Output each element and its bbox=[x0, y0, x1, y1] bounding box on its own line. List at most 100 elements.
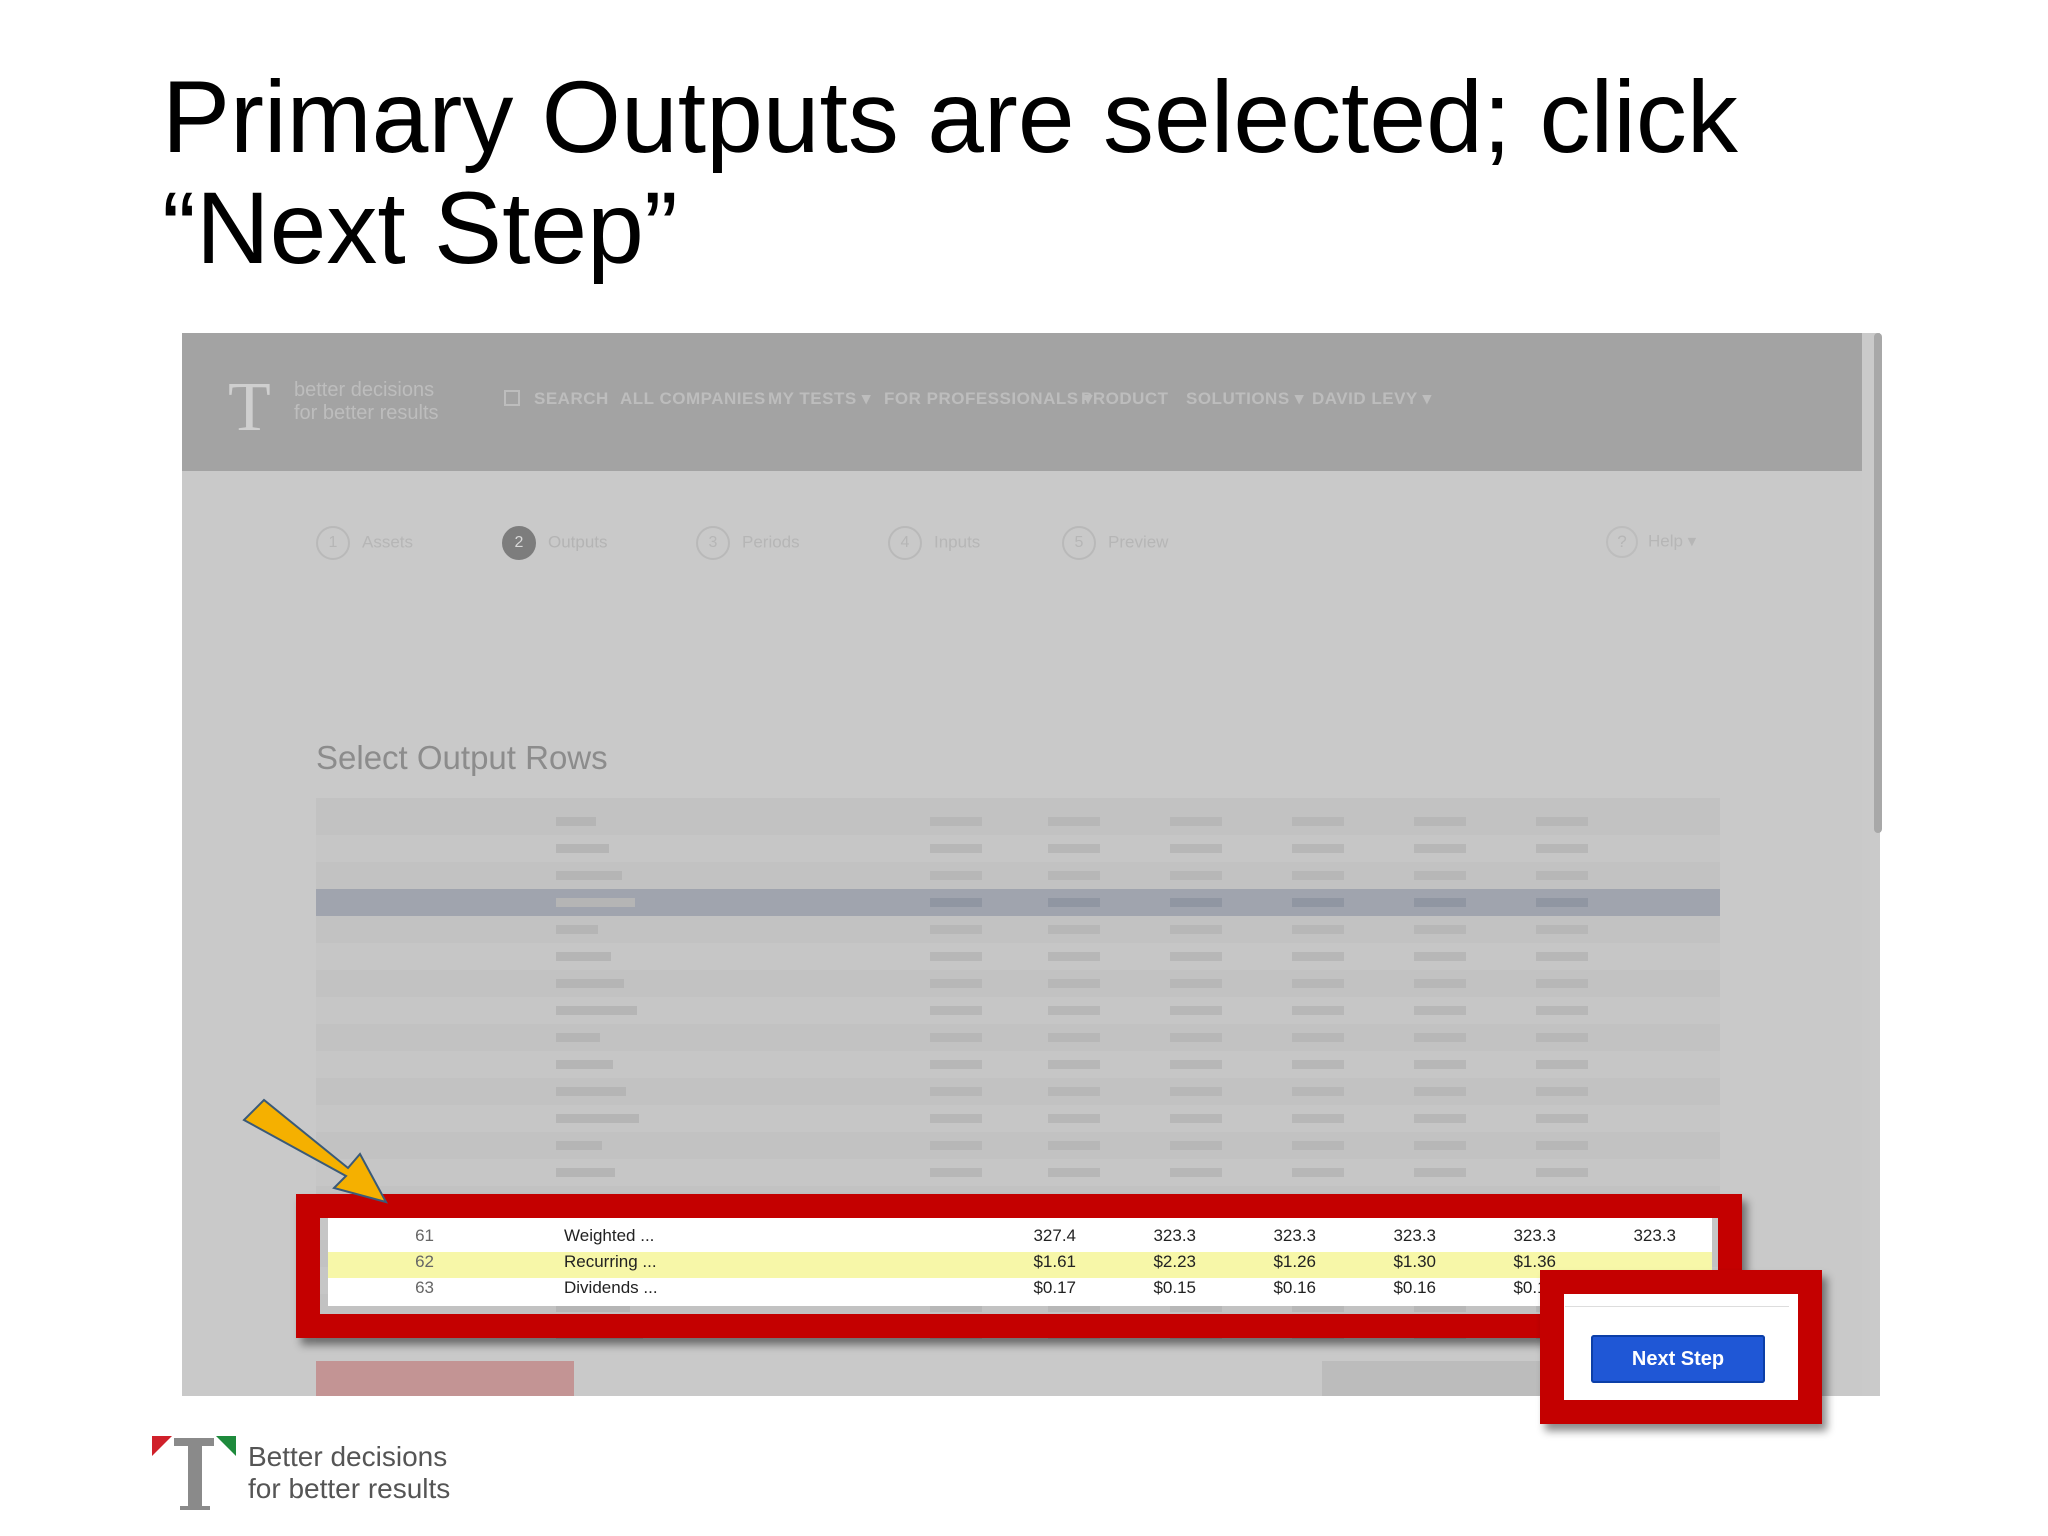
search-icon bbox=[504, 390, 520, 406]
table-row[interactable] bbox=[316, 862, 1720, 889]
cell-placeholder bbox=[1536, 898, 1588, 907]
cell-placeholder bbox=[1414, 1114, 1466, 1123]
label-placeholder bbox=[556, 844, 609, 853]
cell-placeholder bbox=[1414, 817, 1466, 826]
cell-placeholder bbox=[1048, 898, 1100, 907]
table-row[interactable] bbox=[316, 1078, 1720, 1105]
cell-placeholder bbox=[1048, 1006, 1100, 1015]
table-row[interactable] bbox=[316, 997, 1720, 1024]
title-line-1: Primary Outputs are selected; click bbox=[162, 60, 1738, 174]
nav-for-professionals[interactable]: FOR PROFESSIONALS ▾ bbox=[884, 389, 1093, 409]
cell-placeholder bbox=[1536, 979, 1588, 988]
table-row[interactable] bbox=[316, 889, 1720, 916]
nav-solutions[interactable]: SOLUTIONS ▾ bbox=[1186, 389, 1304, 409]
step-periods[interactable]: 3 Periods bbox=[696, 526, 800, 560]
cell-placeholder bbox=[1292, 1141, 1344, 1150]
table-row[interactable] bbox=[316, 970, 1720, 997]
rows-highlight-box bbox=[296, 1194, 1742, 1338]
cell-placeholder bbox=[1048, 1060, 1100, 1069]
cell-placeholder bbox=[1048, 952, 1100, 961]
cell-placeholder bbox=[1536, 1033, 1588, 1042]
cell-placeholder bbox=[1414, 1006, 1466, 1015]
cell-placeholder bbox=[1414, 1087, 1466, 1096]
footer-tagline: Better decisions for better results bbox=[248, 1441, 451, 1504]
label-placeholder bbox=[556, 979, 624, 988]
cell-placeholder bbox=[1292, 925, 1344, 934]
step-preview[interactable]: 5 Preview bbox=[1062, 526, 1168, 560]
cell-placeholder bbox=[1536, 817, 1588, 826]
title-line-2: “Next Step” bbox=[162, 171, 678, 285]
cell-placeholder bbox=[1292, 1006, 1344, 1015]
cell-placeholder bbox=[1292, 1033, 1344, 1042]
cell-placeholder bbox=[1414, 844, 1466, 853]
table-row[interactable] bbox=[316, 808, 1720, 835]
cell-placeholder bbox=[1170, 979, 1222, 988]
cell-placeholder bbox=[1414, 925, 1466, 934]
brand-tagline: better decisions for better results bbox=[294, 379, 439, 424]
table-row[interactable] bbox=[316, 1051, 1720, 1078]
cell-placeholder bbox=[930, 817, 982, 826]
divider bbox=[1565, 1306, 1789, 1307]
cell-placeholder bbox=[1170, 1168, 1222, 1177]
cell-placeholder bbox=[1292, 979, 1344, 988]
table-row[interactable] bbox=[316, 835, 1720, 862]
label-placeholder bbox=[556, 1141, 602, 1150]
help-menu[interactable]: ? Help ▾ bbox=[1606, 526, 1696, 558]
label-placeholder bbox=[556, 1168, 615, 1177]
cell-placeholder bbox=[930, 1006, 982, 1015]
step-inputs[interactable]: 4 Inputs bbox=[888, 526, 980, 560]
label-placeholder bbox=[556, 898, 635, 907]
nav-user-menu[interactable]: DAVID LEVY ▾ bbox=[1312, 389, 1432, 409]
cell-placeholder bbox=[1170, 1060, 1222, 1069]
cell-placeholder bbox=[1292, 898, 1344, 907]
cell-placeholder bbox=[1292, 952, 1344, 961]
nav-product[interactable]: PRODUCT bbox=[1081, 389, 1169, 409]
table-row[interactable] bbox=[316, 1159, 1720, 1186]
section-title: Select Output Rows bbox=[316, 739, 608, 776]
cell-placeholder bbox=[1414, 1060, 1466, 1069]
next-step-button[interactable]: Next Step bbox=[1591, 1335, 1765, 1383]
table-row[interactable] bbox=[316, 943, 1720, 970]
cell-placeholder bbox=[1170, 817, 1222, 826]
cell-placeholder bbox=[930, 979, 982, 988]
nav-all-companies[interactable]: ALL COMPANIES bbox=[620, 389, 766, 409]
cell-placeholder bbox=[1414, 979, 1466, 988]
cell-placeholder bbox=[930, 898, 982, 907]
table-row[interactable] bbox=[316, 916, 1720, 943]
table-row[interactable] bbox=[316, 1024, 1720, 1051]
cell-placeholder bbox=[930, 952, 982, 961]
cell-placeholder bbox=[1414, 1033, 1466, 1042]
nav-search[interactable]: SEARCH bbox=[504, 389, 609, 409]
cell-placeholder bbox=[930, 1168, 982, 1177]
cell-placeholder bbox=[1170, 952, 1222, 961]
pointer-arrow-icon bbox=[242, 1098, 388, 1204]
cell-placeholder bbox=[1048, 1141, 1100, 1150]
table-row[interactable] bbox=[316, 1132, 1720, 1159]
cell-placeholder bbox=[1170, 898, 1222, 907]
cell-placeholder bbox=[1536, 871, 1588, 880]
step-outputs[interactable]: 2 Outputs bbox=[502, 526, 608, 560]
cell-placeholder bbox=[1536, 1168, 1588, 1177]
cell-placeholder bbox=[1292, 1060, 1344, 1069]
back-button[interactable] bbox=[316, 1361, 574, 1396]
cell-placeholder bbox=[1170, 1087, 1222, 1096]
cell-placeholder bbox=[1292, 1168, 1344, 1177]
table-row[interactable] bbox=[316, 1105, 1720, 1132]
cell-placeholder bbox=[1536, 925, 1588, 934]
scrollbar[interactable] bbox=[1874, 333, 1882, 833]
brand-logo-icon[interactable]: T bbox=[228, 373, 271, 443]
cell-placeholder bbox=[1414, 1141, 1466, 1150]
cell-placeholder bbox=[1048, 925, 1100, 934]
cell-placeholder bbox=[1170, 1141, 1222, 1150]
step-assets[interactable]: 1 Assets bbox=[316, 526, 413, 560]
cell-placeholder bbox=[1536, 1087, 1588, 1096]
nav-my-tests[interactable]: MY TESTS ▾ bbox=[768, 389, 871, 409]
cell-placeholder bbox=[1414, 871, 1466, 880]
cell-placeholder bbox=[1536, 1114, 1588, 1123]
cell-placeholder bbox=[1048, 844, 1100, 853]
cell-placeholder bbox=[1048, 979, 1100, 988]
cell-placeholder bbox=[1170, 1114, 1222, 1123]
cell-placeholder bbox=[1170, 1006, 1222, 1015]
cell-placeholder bbox=[1170, 871, 1222, 880]
secondary-button[interactable] bbox=[1322, 1361, 1542, 1396]
